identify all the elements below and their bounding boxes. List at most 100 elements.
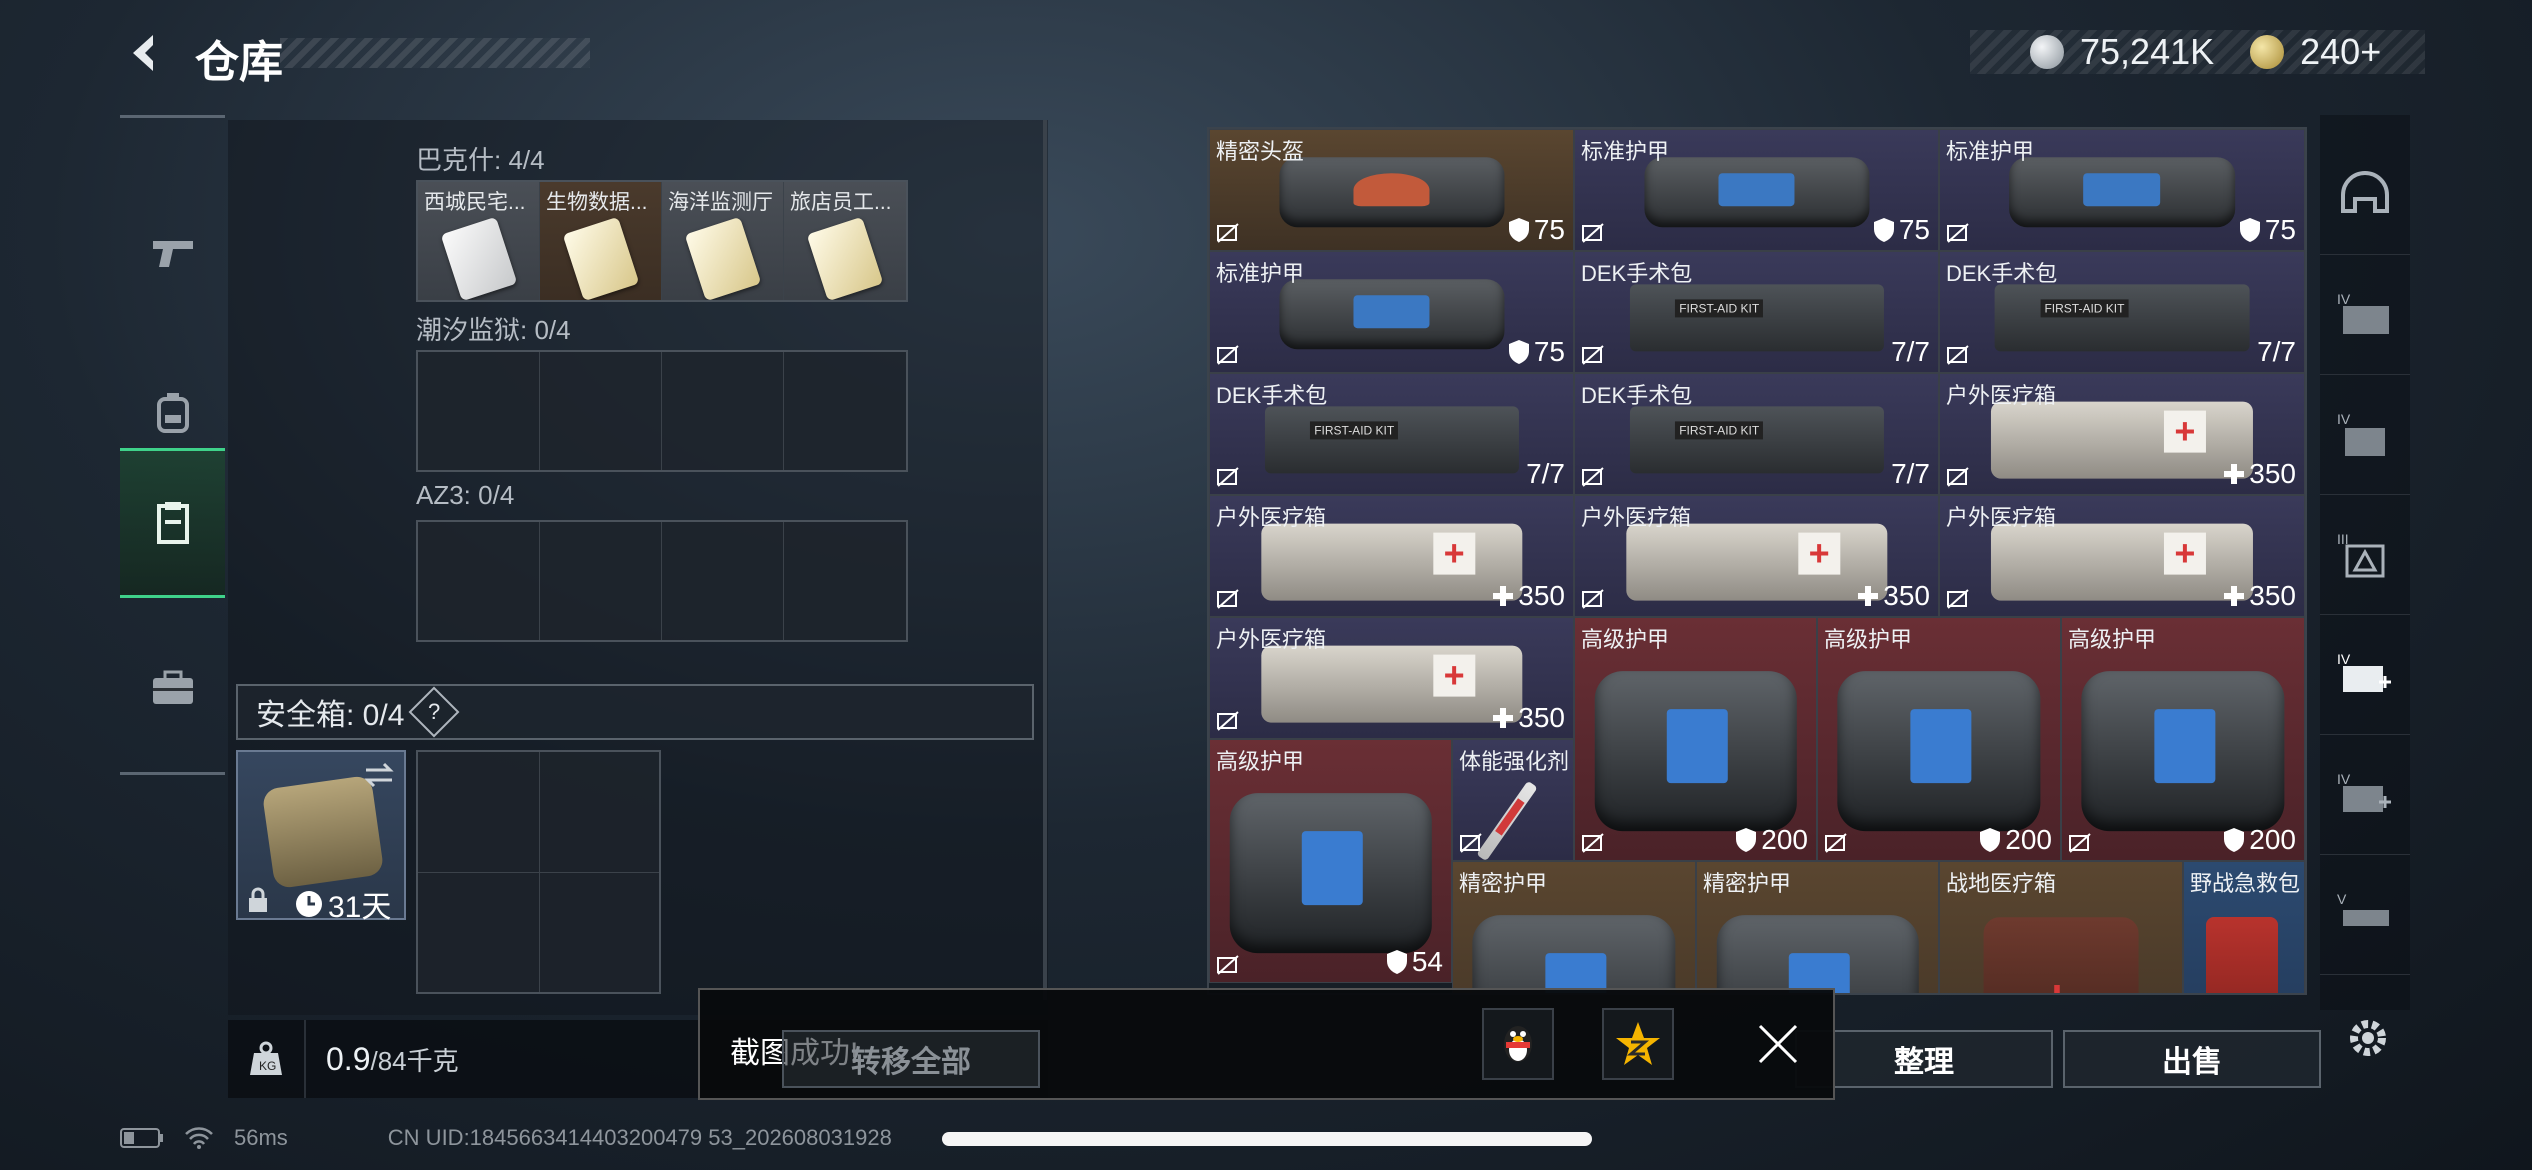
nav-briefcase[interactable] [120, 618, 225, 758]
slot-item-name: 海洋监测厅 [668, 191, 773, 214]
no-sell-icon [1582, 833, 1604, 853]
inventory-item[interactable]: 精密护甲 [1452, 861, 1696, 993]
slot-item[interactable]: 生物数据... [540, 182, 662, 300]
inventory-item[interactable]: 户外医疗箱 350 [1939, 373, 2305, 495]
inventory-item[interactable]: 高级护甲 200 [1817, 617, 2061, 861]
empty-slot[interactable] [784, 352, 906, 470]
safebox-grid[interactable] [416, 750, 661, 994]
sell-button[interactable]: 出售 [2063, 1030, 2321, 1088]
item-name: 高级护甲 [1824, 627, 1913, 652]
share-qq-button[interactable] [1482, 1008, 1554, 1080]
no-sell-icon [1582, 467, 1604, 487]
transfer-all-button[interactable]: 转移全部 [782, 1030, 1040, 1088]
inventory-item[interactable]: 标准护甲 75 [1209, 251, 1574, 373]
slot-item[interactable]: 旅店员工... [784, 182, 906, 300]
field-medkit-image [1983, 917, 2139, 993]
empty-slot[interactable] [540, 522, 662, 640]
item-name: DEK手术包 [1216, 383, 1328, 408]
inventory-item[interactable]: DEK手术包 7/7 [1574, 373, 1939, 495]
slot-item[interactable]: 海洋监测厅 [662, 182, 784, 300]
inventory-item[interactable]: DEK手术包 7/7 [1209, 373, 1574, 495]
filter-weapon-v[interactable]: V [2320, 855, 2410, 975]
inventory-item[interactable]: 标准护甲 75 [1939, 129, 2305, 251]
shield-icon [1980, 828, 2001, 852]
plus-icon [1493, 708, 1514, 728]
slot-item-name: 生物数据... [546, 191, 648, 214]
item-name: 高级护甲 [1581, 627, 1670, 652]
inventory-item[interactable]: 户外医疗箱 350 [1574, 495, 1939, 617]
nav-weapons[interactable] [120, 183, 225, 323]
slot-grid-bakesh: 西城民宅... 生物数据... 海洋监测厅 旅店员工... [416, 180, 908, 302]
help-icon[interactable]: ? [408, 686, 460, 738]
wifi-icon [185, 1127, 213, 1149]
home-indicator[interactable] [942, 1132, 1592, 1146]
slot-item[interactable]: 西城民宅... [418, 182, 540, 300]
filter-medical-iv[interactable]: IV [2320, 615, 2410, 735]
armor-image [1229, 793, 1432, 953]
item-name: 标准护甲 [1581, 139, 1670, 164]
no-sell-icon [1947, 345, 1969, 365]
item-name: 野战急救包 [2190, 871, 2301, 896]
inventory-item[interactable]: 户外医疗箱 350 [1939, 495, 2305, 617]
inventory-item[interactable]: 高级护甲 200 [1574, 617, 1817, 861]
empty-slot[interactable] [540, 352, 662, 470]
inventory-item[interactable]: DEK手术包 7/7 [1939, 251, 2305, 373]
item-name: 高级护甲 [1216, 749, 1305, 774]
item-name: 标准护甲 [1946, 139, 2035, 164]
gold-amount[interactable]: 240+ [2300, 31, 2381, 73]
keycard-icon [562, 216, 640, 300]
inventory-item[interactable]: 战地医疗箱 [1939, 861, 2183, 993]
filter-medical-iv-alt[interactable]: IV [2320, 735, 2410, 855]
item-name: 高级护甲 [2068, 627, 2157, 652]
no-sell-icon [2069, 833, 2091, 853]
inventory-item[interactable]: 户外医疗箱 350 [1209, 617, 1574, 739]
inventory-item[interactable]: DEK手术包 7/7 [1574, 251, 1939, 373]
no-sell-icon [1825, 833, 1847, 853]
scrollbar[interactable] [1043, 120, 1047, 1000]
inventory-item[interactable]: 户外医疗箱 350 [1209, 495, 1574, 617]
backpack-tier-iv-icon: IV [2337, 411, 2385, 456]
item-name: 体能强化剂 [1459, 749, 1570, 774]
top-header: 仓库 75,241K 240+ [0, 0, 2532, 110]
empty-slot[interactable] [418, 522, 540, 640]
inventory-item[interactable]: 精密头盔 75 [1209, 129, 1574, 251]
inventory-item[interactable]: 体能强化剂 [1452, 739, 1574, 861]
close-toast-button[interactable] [1748, 1014, 1808, 1074]
item-name: 精密护甲 [1703, 871, 1792, 896]
currency-bar: 75,241K 240+ [1970, 30, 2425, 74]
filter-ammo-iii[interactable]: III [2320, 495, 2410, 615]
filter-helmet[interactable] [2320, 135, 2410, 255]
inventory-item[interactable]: 高级护甲 200 [2061, 617, 2305, 861]
no-sell-icon [1460, 833, 1482, 853]
no-sell-icon [1582, 589, 1604, 609]
back-button[interactable] [120, 28, 170, 78]
medkit-image [1990, 401, 2254, 479]
surgery-kit-image [1264, 406, 1519, 474]
item-value: 75 [1898, 214, 1930, 245]
safebox-item[interactable]: 31天 [236, 750, 406, 924]
inventory-item[interactable]: 野战急救包 [2183, 861, 2305, 993]
inventory-item[interactable]: 精密护甲 [1696, 861, 1939, 993]
empty-slot[interactable] [662, 352, 784, 470]
no-sell-icon [1217, 223, 1239, 243]
empty-slot[interactable] [784, 522, 906, 640]
share-qzone-button[interactable] [1602, 1008, 1674, 1080]
settings-button[interactable] [2340, 1010, 2396, 1066]
armor-image [2081, 671, 2285, 831]
item-value: 350 [1883, 580, 1930, 611]
no-sell-icon [1947, 589, 1969, 609]
filter-sidebar: IV IV III IV IV V [2320, 115, 2410, 1010]
inventory-item[interactable]: 高级护甲 54 [1209, 739, 1452, 983]
empty-slot[interactable] [662, 522, 784, 640]
nav-container[interactable] [120, 448, 225, 598]
swap-icon[interactable] [362, 760, 396, 790]
filter-armor-iv[interactable]: IV [2320, 255, 2410, 375]
empty-slot[interactable] [418, 352, 540, 470]
filter-backpack-iv[interactable]: IV [2320, 375, 2410, 495]
no-sell-icon [1217, 345, 1239, 365]
slot-grid-az3 [416, 520, 908, 642]
inventory-item[interactable]: 标准护甲 75 [1574, 129, 1939, 251]
item-value: 75 [1533, 214, 1565, 245]
armor-image [1278, 279, 1505, 350]
shield-icon [2239, 218, 2260, 242]
